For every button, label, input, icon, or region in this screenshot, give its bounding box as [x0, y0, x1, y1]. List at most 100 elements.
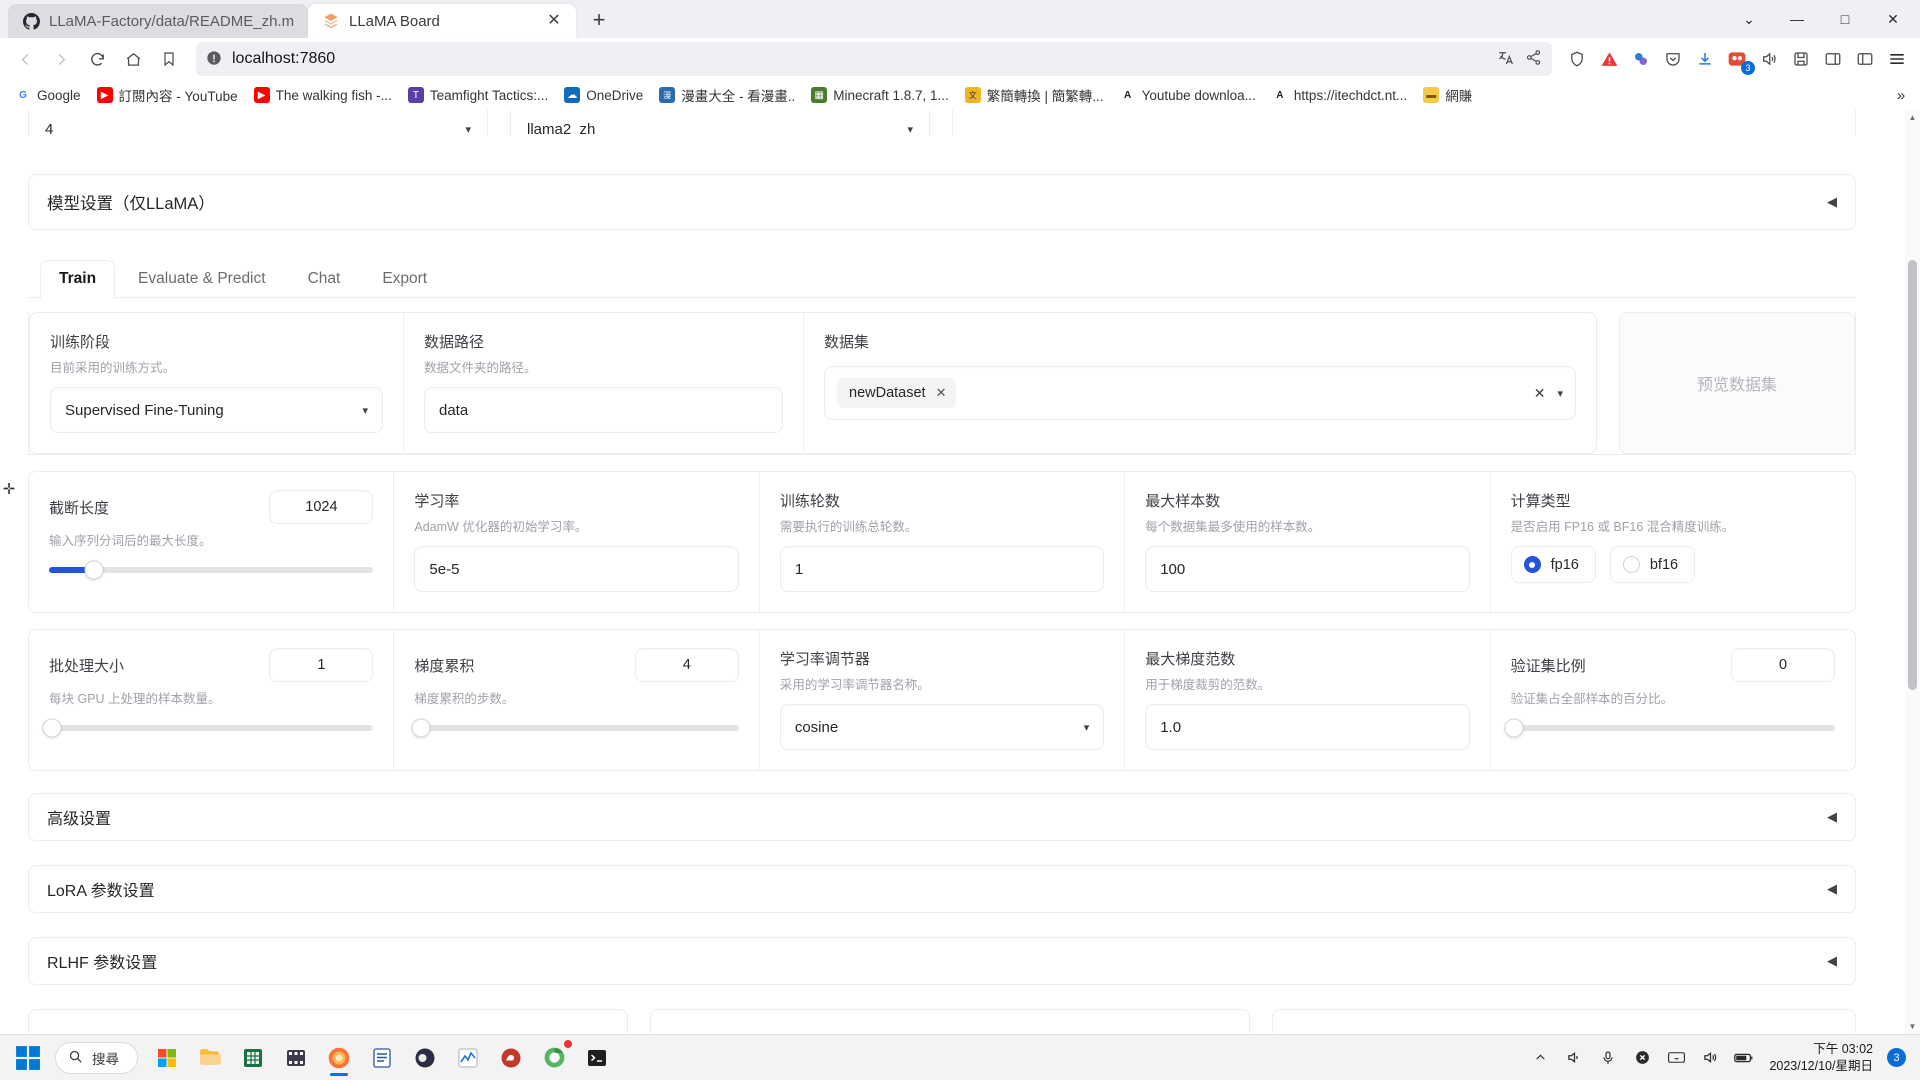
chevron-down-icon[interactable]: ▾ — [1557, 387, 1563, 400]
taskbar-clock[interactable]: 下午 03:02 2023/12/10/星期日 — [1765, 1041, 1879, 1075]
not-secure-icon[interactable] — [206, 50, 222, 69]
bookmark-item[interactable]: T Teamfight Tactics:... — [401, 84, 555, 106]
microphone-icon[interactable] — [1595, 1045, 1621, 1071]
top-select-left[interactable]: 4 ▾ — [28, 110, 488, 136]
slider-knob[interactable] — [1504, 718, 1524, 738]
scroll-down-arrow-icon[interactable]: ▼ — [1905, 1019, 1920, 1034]
volume-icon[interactable] — [1561, 1045, 1587, 1071]
advanced-settings-accordion[interactable]: 高级设置 ◀ — [28, 793, 1856, 841]
list-all-tabs-button[interactable]: ⌄ — [1726, 0, 1772, 38]
batch-size-value[interactable]: 1 — [269, 648, 374, 682]
batch-size-slider[interactable] — [42, 718, 374, 738]
slider-knob[interactable] — [411, 718, 431, 738]
obs-icon[interactable] — [405, 1038, 445, 1078]
bookmark-item[interactable]: ☁ OneDrive — [557, 84, 650, 106]
scroll-up-arrow-icon[interactable]: ▲ — [1905, 110, 1920, 125]
preview-dataset-button[interactable]: 预览数据集 — [1619, 312, 1855, 454]
radio-fp16[interactable]: fp16 — [1510, 546, 1596, 583]
share-icon[interactable] — [1525, 49, 1542, 69]
shield-icon[interactable] — [1562, 44, 1592, 74]
menu-icon[interactable] — [1882, 44, 1912, 74]
battery-icon[interactable] — [1731, 1045, 1757, 1071]
keyboard-icon[interactable] — [1663, 1045, 1689, 1071]
window-close-button[interactable]: ✕ — [1870, 0, 1916, 38]
bookmark-item[interactable]: A Youtube downloa... — [1113, 84, 1263, 106]
back-icon[interactable] — [8, 42, 42, 76]
max-samples-input[interactable]: 100 — [1145, 546, 1470, 592]
bottom-box-middle[interactable] — [650, 1009, 1250, 1033]
slider-knob[interactable] — [42, 718, 62, 738]
account-icon[interactable]: 3 — [1722, 44, 1755, 75]
text-editor-icon[interactable] — [362, 1038, 402, 1078]
notification-badge[interactable]: 3 — [1887, 1048, 1906, 1067]
translate-icon[interactable] — [1497, 49, 1515, 70]
bottom-box-left[interactable] — [28, 1009, 628, 1033]
bookmark-item[interactable]: G Google — [8, 84, 88, 106]
val-size-slider[interactable] — [1504, 718, 1836, 738]
data-path-input[interactable]: data — [424, 387, 783, 433]
grad-accum-slider[interactable] — [411, 718, 739, 738]
rlhf-settings-accordion[interactable]: RLHF 参数设置 ◀ — [28, 937, 1856, 985]
slider-knob[interactable] — [84, 560, 104, 580]
sidebar-icon[interactable] — [1818, 44, 1848, 74]
browser-tab-readme[interactable]: LLaMA-Factory/data/README_zh.m — [8, 4, 308, 38]
video-editor-icon[interactable] — [276, 1038, 316, 1078]
tab-chat[interactable]: Chat — [289, 260, 360, 298]
close-icon[interactable]: ✕ — [544, 11, 564, 31]
adblock-icon[interactable] — [1594, 44, 1624, 74]
firefox-icon[interactable] — [319, 1038, 359, 1078]
save-icon[interactable] — [1786, 44, 1816, 74]
chart-app-icon[interactable] — [448, 1038, 488, 1078]
collapse-caret-icon[interactable]: ◀ — [1827, 953, 1837, 969]
browser-tab-llama-board[interactable]: LLaMA Board ✕ — [308, 4, 576, 38]
bookmark-icon[interactable] — [152, 42, 186, 76]
download-icon[interactable] — [1690, 44, 1720, 74]
model-settings-accordion[interactable]: 模型设置（仅LLaMA） ◀ — [28, 174, 1856, 230]
windows-icon[interactable] — [6, 1038, 50, 1078]
excel-icon[interactable] — [233, 1038, 273, 1078]
extension-icon[interactable] — [1626, 44, 1656, 74]
cutoff-len-value[interactable]: 1024 — [269, 490, 374, 524]
reader-icon[interactable] — [1850, 44, 1880, 74]
training-stage-select[interactable]: Supervised Fine-Tuning ▾ — [50, 387, 383, 433]
cutoff-len-slider[interactable] — [49, 560, 374, 580]
speaker-icon[interactable] — [1697, 1045, 1723, 1071]
terminal-icon[interactable] — [577, 1038, 617, 1078]
scrollbar-thumb[interactable] — [1908, 260, 1917, 690]
dataset-multiselect[interactable]: newDataset ✕ ✕ ▾ — [824, 366, 1576, 420]
tab-train[interactable]: Train — [40, 260, 116, 298]
file-explorer-icon[interactable] — [190, 1038, 230, 1078]
close-icon[interactable] — [1629, 1045, 1655, 1071]
collapse-caret-icon[interactable]: ◀ — [1827, 194, 1837, 210]
tab-export[interactable]: Export — [363, 260, 446, 298]
minimize-button[interactable]: — — [1774, 0, 1820, 38]
clear-all-icon[interactable]: ✕ — [1534, 385, 1546, 402]
learning-rate-input[interactable]: 5e-5 — [414, 546, 739, 592]
remove-chip-icon[interactable]: ✕ — [936, 385, 947, 401]
page-scrollbar[interactable]: ▲ ▼ — [1905, 110, 1920, 1034]
radio-bf16[interactable]: bf16 — [1609, 546, 1696, 583]
lr-scheduler-select[interactable]: cosine ▾ — [779, 704, 1105, 750]
max-grad-norm-input[interactable]: 1.0 — [1145, 704, 1470, 750]
bookmark-item[interactable]: 漫漫畫大全 - 看漫畫.. — [652, 82, 802, 108]
audio-icon[interactable] — [1754, 44, 1784, 74]
grad-accum-value[interactable]: 4 — [634, 648, 739, 682]
maximize-button[interactable]: □ — [1822, 0, 1868, 38]
bookmark-item[interactable]: ▦ Minecraft 1.8.7, 1... — [804, 84, 956, 106]
chevron-up-icon[interactable] — [1527, 1045, 1553, 1071]
address-bar[interactable]: localhost:7860 — [196, 42, 1552, 76]
top-input-right[interactable] — [952, 110, 1856, 136]
pocket-icon[interactable] — [1658, 44, 1688, 74]
browser-app-icon[interactable] — [534, 1038, 574, 1078]
anaconda-icon[interactable] — [491, 1038, 531, 1078]
bottom-box-right[interactable] — [1272, 1009, 1856, 1033]
val-size-value[interactable]: 0 — [1731, 648, 1836, 682]
bookmark-item[interactable]: Ahttps://itechdct.nt... — [1265, 84, 1414, 106]
bookmark-item[interactable]: ▶ The walking fish -... — [247, 84, 399, 106]
lora-settings-accordion[interactable]: LoRA 参数设置 ◀ — [28, 865, 1856, 913]
microsoft-store-icon[interactable] — [147, 1038, 187, 1078]
bookmark-folder[interactable]: ▬ 網賺 — [1416, 82, 1479, 108]
collapse-caret-icon[interactable]: ◀ — [1827, 809, 1837, 825]
forward-icon[interactable] — [44, 42, 78, 76]
top-select-middle[interactable]: llama2_zh ▾ — [510, 110, 930, 136]
